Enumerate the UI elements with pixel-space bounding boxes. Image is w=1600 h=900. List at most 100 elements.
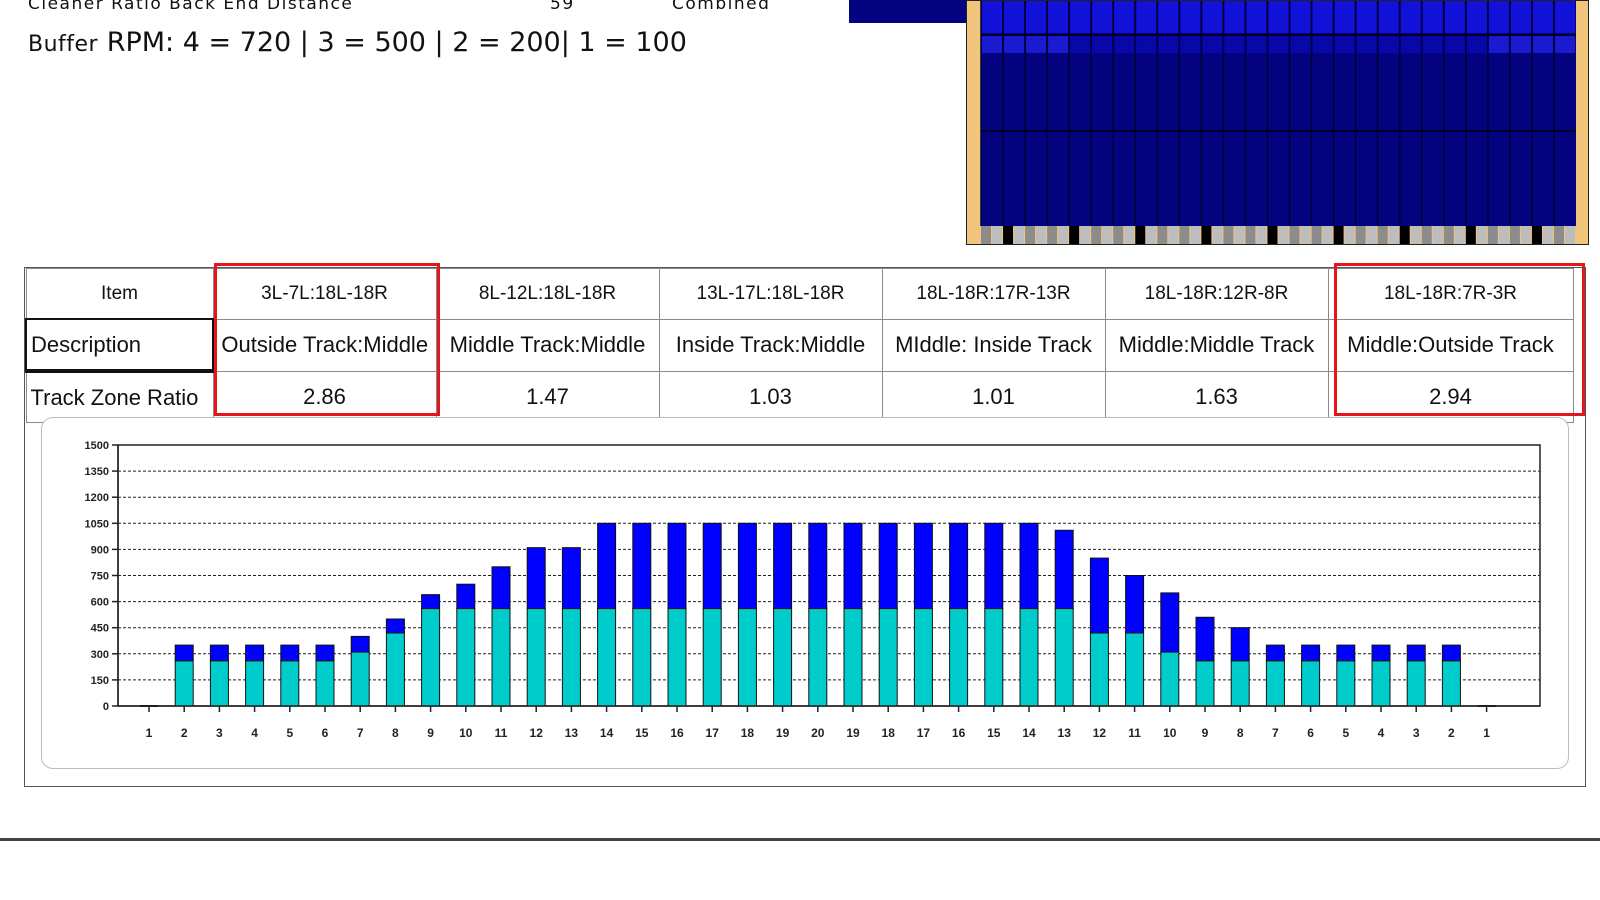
- bar-segment-upper: [1089, 557, 1109, 634]
- x-tick-label: 2: [181, 726, 188, 740]
- bar-segment-lower: [174, 660, 194, 707]
- y-tick-label: 750: [91, 571, 109, 583]
- x-tick-label: 11: [1128, 726, 1141, 740]
- bar-segment-upper: [702, 522, 722, 610]
- bar-segment-upper: [1195, 616, 1215, 662]
- bar-segment-upper: [385, 618, 405, 634]
- bar-segment-lower: [597, 608, 617, 707]
- bar-segment-lower: [773, 608, 793, 707]
- x-tick-label: 11: [495, 726, 508, 740]
- bar-segment-upper: [984, 522, 1004, 610]
- bar-segment-lower: [456, 608, 476, 707]
- bar-segment-upper: [1125, 575, 1145, 634]
- x-tick-label: 7: [1272, 726, 1279, 740]
- y-tick-label: 600: [91, 597, 109, 609]
- bar-segment-lower: [1160, 651, 1180, 707]
- bar-segment-lower: [702, 608, 722, 707]
- x-tick-label: 1: [1483, 726, 1490, 740]
- bar-segment-upper: [1336, 644, 1356, 662]
- bar-segment-lower: [913, 608, 933, 707]
- bar-segment-upper: [1406, 644, 1426, 662]
- x-tick-label: 17: [917, 726, 931, 740]
- x-tick-label: 16: [670, 726, 684, 740]
- bar-segment-upper: [1160, 592, 1180, 653]
- bar-segment-lower: [632, 608, 652, 707]
- x-tick-label: 1: [146, 726, 153, 740]
- bar-segment-lower: [878, 608, 898, 707]
- bar-segment-upper: [209, 644, 229, 662]
- bar-segment-upper: [597, 522, 617, 610]
- bar-segment-lower: [1230, 660, 1250, 707]
- bar-segment-lower: [984, 608, 1004, 707]
- bar-segment-upper: [913, 522, 933, 610]
- x-tick-label: 20: [811, 726, 825, 740]
- bar-segment-upper: [315, 644, 335, 662]
- bar-segment-lower: [1406, 660, 1426, 707]
- x-tick-label: 18: [882, 726, 896, 740]
- bar-segment-upper: [1230, 627, 1250, 662]
- bar-segment-upper: [949, 522, 969, 610]
- x-tick-label: 5: [286, 726, 293, 740]
- bar-segment-upper: [737, 522, 757, 610]
- x-tick-label: 14: [600, 726, 614, 740]
- stacked-bar-chart: 015030045060075090010501200135015001 2 3 4 5…: [85, 440, 1541, 740]
- bar-segment-lower: [1195, 660, 1215, 707]
- bar-segment-upper: [280, 644, 300, 662]
- x-tick-label: 13: [1058, 726, 1072, 740]
- bar-segment-upper: [1019, 522, 1039, 610]
- x-tick-label: 3: [1413, 726, 1420, 740]
- bar-segment-lower: [280, 660, 300, 707]
- bar-segment-upper: [561, 547, 581, 610]
- x-tick-label: 3: [216, 726, 223, 740]
- y-tick-label: 450: [91, 623, 109, 635]
- x-tick-label: 15: [987, 726, 1001, 740]
- bar-segment-upper: [878, 522, 898, 610]
- bar-segment-upper: [526, 547, 546, 610]
- bar-segment-lower: [1089, 632, 1109, 707]
- bar-segment-upper: [421, 594, 441, 610]
- x-tick-label: 19: [846, 726, 860, 740]
- bar-segment-upper: [667, 522, 687, 610]
- bar-segment-lower: [491, 608, 511, 707]
- x-tick-label: 16: [952, 726, 966, 740]
- x-tick-label: 6: [322, 726, 329, 740]
- bar-segment-upper: [843, 522, 863, 610]
- y-tick-label: 150: [91, 675, 109, 687]
- bar-segment-upper: [773, 522, 793, 610]
- bar-segment-upper: [1265, 644, 1285, 662]
- bar-segment-lower: [1441, 660, 1461, 707]
- bar-segment-lower: [209, 660, 229, 707]
- bar-segment-lower: [843, 608, 863, 707]
- bar-segment-upper: [245, 644, 265, 662]
- x-tick-label: 8: [392, 726, 399, 740]
- y-tick-label: 0: [103, 701, 109, 713]
- x-tick-label: 14: [1022, 726, 1036, 740]
- bar-segment-lower: [1019, 608, 1039, 707]
- bar-segment-lower: [1265, 660, 1285, 707]
- bar-segment-lower: [350, 651, 370, 707]
- y-tick-label: 1050: [85, 518, 109, 530]
- x-tick-label: 18: [741, 726, 755, 740]
- bar-segment-upper: [1054, 529, 1074, 610]
- bar-segment-lower: [526, 608, 546, 707]
- bar-segment-upper: [1371, 644, 1391, 662]
- bar-segment-upper: [174, 644, 194, 662]
- x-tick-label: 10: [459, 726, 473, 740]
- x-tick-label: 9: [427, 726, 434, 740]
- y-tick-label: 1200: [85, 492, 109, 504]
- bar-segment-upper: [808, 522, 828, 610]
- x-tick-label: 15: [635, 726, 649, 740]
- y-tick-label: 1350: [85, 466, 109, 478]
- x-tick-label: 12: [530, 726, 544, 740]
- x-tick-label: 17: [706, 726, 720, 740]
- y-tick-label: 1500: [85, 440, 109, 452]
- bar-segment-lower: [1125, 632, 1145, 707]
- x-tick-label: 8: [1237, 726, 1244, 740]
- x-tick-label: 5: [1342, 726, 1349, 740]
- bar-segment-lower: [1301, 660, 1321, 707]
- x-tick-label: 12: [1093, 726, 1107, 740]
- x-tick-label: 6: [1307, 726, 1314, 740]
- bar-segment-lower: [385, 632, 405, 707]
- bar-segment-lower: [245, 660, 265, 707]
- y-tick-label: 300: [91, 649, 109, 661]
